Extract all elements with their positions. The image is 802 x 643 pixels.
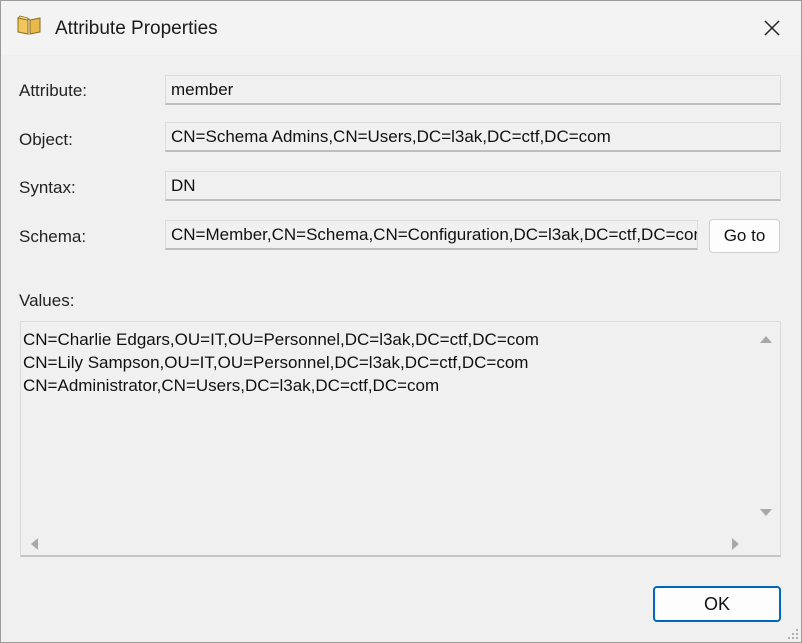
syntax-field[interactable]: DN: [165, 171, 781, 201]
go-to-button[interactable]: Go to: [709, 219, 780, 253]
values-list[interactable]: CN=Charlie Edgars,OU=IT,OU=Personnel,DC=…: [20, 321, 781, 557]
attribute-label: Attribute:: [19, 81, 88, 100]
values-rows: CN=Charlie Edgars,OU=IT,OU=Personnel,DC=…: [23, 328, 539, 397]
schema-label: Schema:: [19, 227, 87, 246]
window-title: Attribute Properties: [55, 18, 218, 39]
close-icon: [764, 20, 780, 36]
open-book-icon: [17, 15, 41, 35]
attribute-properties-dialog: Attribute Properties Attribute: member O…: [0, 0, 802, 643]
scroll-down-arrow-icon[interactable]: [759, 508, 773, 518]
attribute-field[interactable]: member: [165, 75, 781, 105]
horizontal-scrollbar[interactable]: [21, 531, 751, 555]
scroll-left-arrow-icon[interactable]: [29, 537, 39, 551]
syntax-label: Syntax:: [19, 178, 76, 197]
list-item[interactable]: CN=Charlie Edgars,OU=IT,OU=Personnel,DC=…: [23, 328, 539, 351]
object-label: Object:: [19, 130, 73, 149]
vertical-scrollbar[interactable]: [750, 322, 780, 532]
scroll-up-arrow-icon[interactable]: [759, 334, 773, 344]
ok-button[interactable]: OK: [653, 586, 781, 622]
close-button[interactable]: [743, 1, 801, 55]
title-bar[interactable]: Attribute Properties: [1, 1, 801, 55]
list-item[interactable]: CN=Administrator,CN=Users,DC=l3ak,DC=ctf…: [23, 374, 539, 397]
resize-grip-icon[interactable]: [785, 626, 799, 640]
scroll-right-arrow-icon[interactable]: [731, 537, 741, 551]
list-item[interactable]: CN=Lily Sampson,OU=IT,OU=Personnel,DC=l3…: [23, 351, 539, 374]
object-field[interactable]: CN=Schema Admins,CN=Users,DC=l3ak,DC=ctf…: [165, 122, 781, 152]
schema-field[interactable]: CN=Member,CN=Schema,CN=Configuration,DC=…: [165, 220, 698, 250]
values-label: Values:: [19, 291, 75, 310]
